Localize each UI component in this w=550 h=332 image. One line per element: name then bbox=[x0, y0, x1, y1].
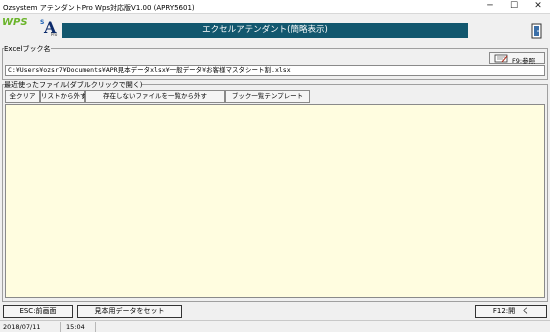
remove-from-list-button[interactable]: リストから外す bbox=[40, 90, 87, 103]
recent-files-list[interactable] bbox=[5, 104, 545, 298]
excel-book-label: Excelブック名 bbox=[4, 44, 51, 54]
excel-path-field[interactable]: C:¥Users¥ozsr7¥Documents¥APR見本データxlsx¥一般… bbox=[5, 65, 545, 76]
remove-missing-files-button[interactable]: 存在しないファイルを一覧から外す bbox=[85, 90, 225, 103]
recent-files-label: 最近使ったファイル(ダブルクリックで開く) bbox=[4, 80, 143, 90]
page-title-banner: エクセルアテンダント(簡略表示) bbox=[62, 23, 468, 38]
title-bar: Ozsystem アテンダントPro Wps対応版V1.00 (APRY5601… bbox=[0, 0, 550, 14]
esc-back-button[interactable]: ESC:前画面 bbox=[3, 305, 73, 318]
wps-logo: WPS bbox=[2, 17, 28, 28]
status-time: 15:04 bbox=[66, 323, 85, 331]
minimize-button[interactable]: ─ bbox=[478, 0, 502, 14]
f9-reference-button[interactable]: F9:参照 bbox=[489, 52, 545, 65]
status-date: 2018/07/11 bbox=[3, 323, 41, 331]
attendant-logo: S A Pro bbox=[40, 18, 58, 37]
book-list-template-button[interactable]: ブック一覧テンプレート bbox=[225, 90, 310, 103]
open-folder-icon bbox=[494, 54, 508, 63]
set-sample-data-button[interactable]: 見本用データをセット bbox=[77, 305, 182, 318]
f12-open-button[interactable]: F12:開 く bbox=[475, 305, 547, 318]
maximize-button[interactable]: ☐ bbox=[502, 0, 526, 14]
status-bar: 2018/07/11 15:04 bbox=[0, 320, 550, 332]
window-title: Ozsystem アテンダントPro Wps対応版V1.00 (APRY5601… bbox=[3, 4, 195, 12]
status-divider bbox=[95, 322, 96, 332]
status-divider bbox=[60, 322, 61, 332]
close-button[interactable]: ✕ bbox=[526, 0, 550, 14]
exit-door-icon[interactable] bbox=[530, 22, 544, 40]
clear-all-button[interactable]: 全クリア bbox=[5, 90, 40, 103]
